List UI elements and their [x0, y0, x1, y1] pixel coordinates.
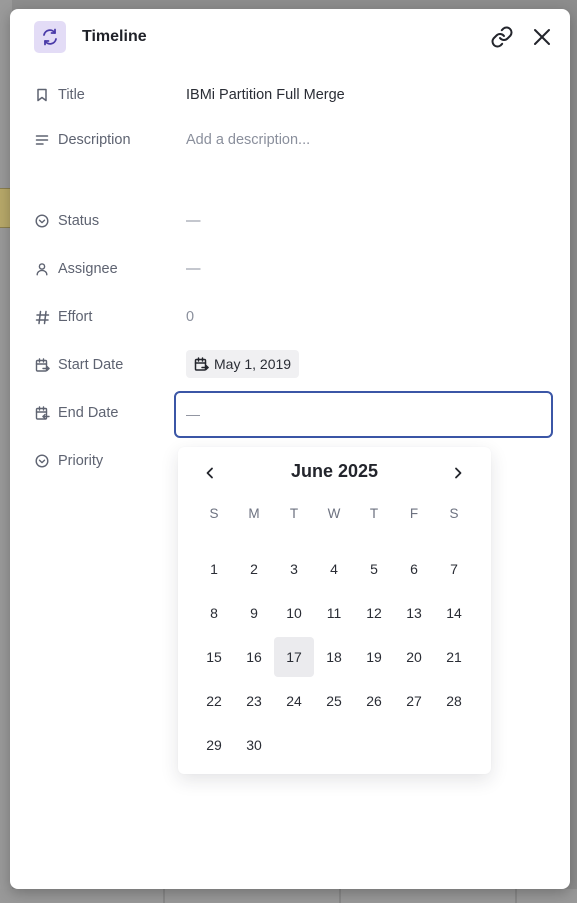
- field-effort[interactable]: Effort 0: [10, 301, 570, 333]
- status-value[interactable]: —: [186, 213, 201, 229]
- field-label: Effort: [58, 309, 93, 325]
- weekday-header: S: [449, 505, 459, 521]
- weekday-header: T: [289, 505, 299, 521]
- weekday-header: W: [327, 505, 341, 521]
- field-status[interactable]: Status —: [10, 205, 570, 237]
- end-date-input[interactable]: —: [174, 391, 553, 438]
- calendar-day[interactable]: 6: [394, 549, 434, 589]
- title-value[interactable]: IBMi Partition Full Merge: [186, 87, 345, 103]
- circle-check-icon: [34, 453, 50, 469]
- field-label: Title: [58, 87, 85, 103]
- background-divider: [515, 889, 517, 903]
- calendar-day[interactable]: 3: [274, 549, 314, 589]
- close-button[interactable]: [529, 24, 555, 50]
- weekday-header: M: [248, 505, 260, 521]
- description-input[interactable]: Add a description...: [186, 132, 310, 148]
- calendar-day[interactable]: 20: [394, 637, 434, 677]
- calendar-day[interactable]: 11: [314, 593, 354, 633]
- copy-link-button[interactable]: [489, 24, 515, 50]
- panel-header: Timeline: [10, 9, 570, 67]
- field-assignee[interactable]: Assignee —: [10, 253, 570, 285]
- field-label: Description: [58, 132, 131, 148]
- calendar-day[interactable]: 26: [354, 681, 394, 721]
- weekday-header: S: [209, 505, 219, 521]
- start-date-chip[interactable]: May 1, 2019: [186, 350, 300, 378]
- bookmark-icon: [34, 87, 50, 103]
- calendar-month-label: June 2025: [290, 461, 379, 481]
- assignee-value[interactable]: —: [186, 261, 201, 277]
- calendar-day[interactable]: 22: [194, 681, 234, 721]
- start-date-value: May 1, 2019: [214, 356, 292, 372]
- field-start-date[interactable]: Start Date May 1, 2019: [10, 349, 570, 381]
- refresh-cycle-icon: [34, 21, 66, 53]
- weekday-header: T: [369, 505, 379, 521]
- background-divider: [163, 889, 165, 903]
- panel-title: Timeline: [82, 28, 147, 45]
- calendar-day[interactable]: 14: [434, 593, 474, 633]
- hash-icon: [34, 309, 50, 325]
- chevron-right-icon: [455, 467, 462, 479]
- calendar-day[interactable]: 23: [234, 681, 274, 721]
- calendar-day[interactable]: 12: [354, 593, 394, 633]
- field-title[interactable]: Title IBMi Partition Full Merge: [10, 79, 570, 111]
- background-footer: [0, 889, 577, 903]
- calendar-day[interactable]: 16: [234, 637, 274, 677]
- calendar-day[interactable]: 8: [194, 593, 234, 633]
- field-label: End Date: [58, 405, 119, 421]
- date-picker-popover: June 2025 S M T W T F S 1 2 3 4 5 6 7 8 9 10 11 12 13 14 15 16…: [178, 447, 491, 774]
- field-label: Priority: [58, 453, 104, 469]
- calendar-day[interactable]: 19: [354, 637, 394, 677]
- background-divider: [339, 889, 341, 903]
- calendar-day[interactable]: 10: [274, 593, 314, 633]
- field-label: Assignee: [58, 261, 118, 277]
- calendar-day[interactable]: 25: [314, 681, 354, 721]
- calendar-day[interactable]: 18: [314, 637, 354, 677]
- calendar-day[interactable]: 5: [354, 549, 394, 589]
- calendar-arrow-icon: [34, 405, 50, 421]
- text-lines-icon: [34, 132, 50, 148]
- person-icon: [34, 261, 50, 277]
- calendar-day[interactable]: 2: [234, 549, 274, 589]
- close-icon: [534, 29, 550, 45]
- weekday-header: F: [409, 505, 419, 521]
- calendar-day[interactable]: 15: [194, 637, 234, 677]
- calendar-day-today[interactable]: 17: [274, 637, 314, 677]
- calendar-day[interactable]: 29: [194, 725, 234, 765]
- calendar-day[interactable]: 28: [434, 681, 474, 721]
- field-label: Status: [58, 213, 100, 229]
- calendar-day[interactable]: 24: [274, 681, 314, 721]
- effort-value[interactable]: 0: [186, 309, 194, 325]
- calendar-day[interactable]: 7: [434, 549, 474, 589]
- calendar-day[interactable]: 1: [194, 549, 234, 589]
- next-month-button[interactable]: [448, 463, 468, 483]
- timeline-panel: Timeline Title IBMi Partition Full Merge…: [10, 9, 570, 889]
- calendar-arrow-icon: [194, 356, 209, 371]
- end-date-value: —: [186, 406, 200, 422]
- calendar-arrow-icon: [34, 357, 50, 373]
- calendar-day[interactable]: 27: [394, 681, 434, 721]
- calendar-day[interactable]: 21: [434, 637, 474, 677]
- calendar-day[interactable]: 30: [234, 725, 274, 765]
- field-description[interactable]: Description Add a description...: [10, 124, 570, 156]
- calendar-day[interactable]: 4: [314, 549, 354, 589]
- calendar-day[interactable]: 9: [234, 593, 274, 633]
- circle-check-icon: [34, 213, 50, 229]
- calendar-day[interactable]: 13: [394, 593, 434, 633]
- field-label: Start Date: [58, 357, 124, 373]
- link-icon: [491, 26, 513, 48]
